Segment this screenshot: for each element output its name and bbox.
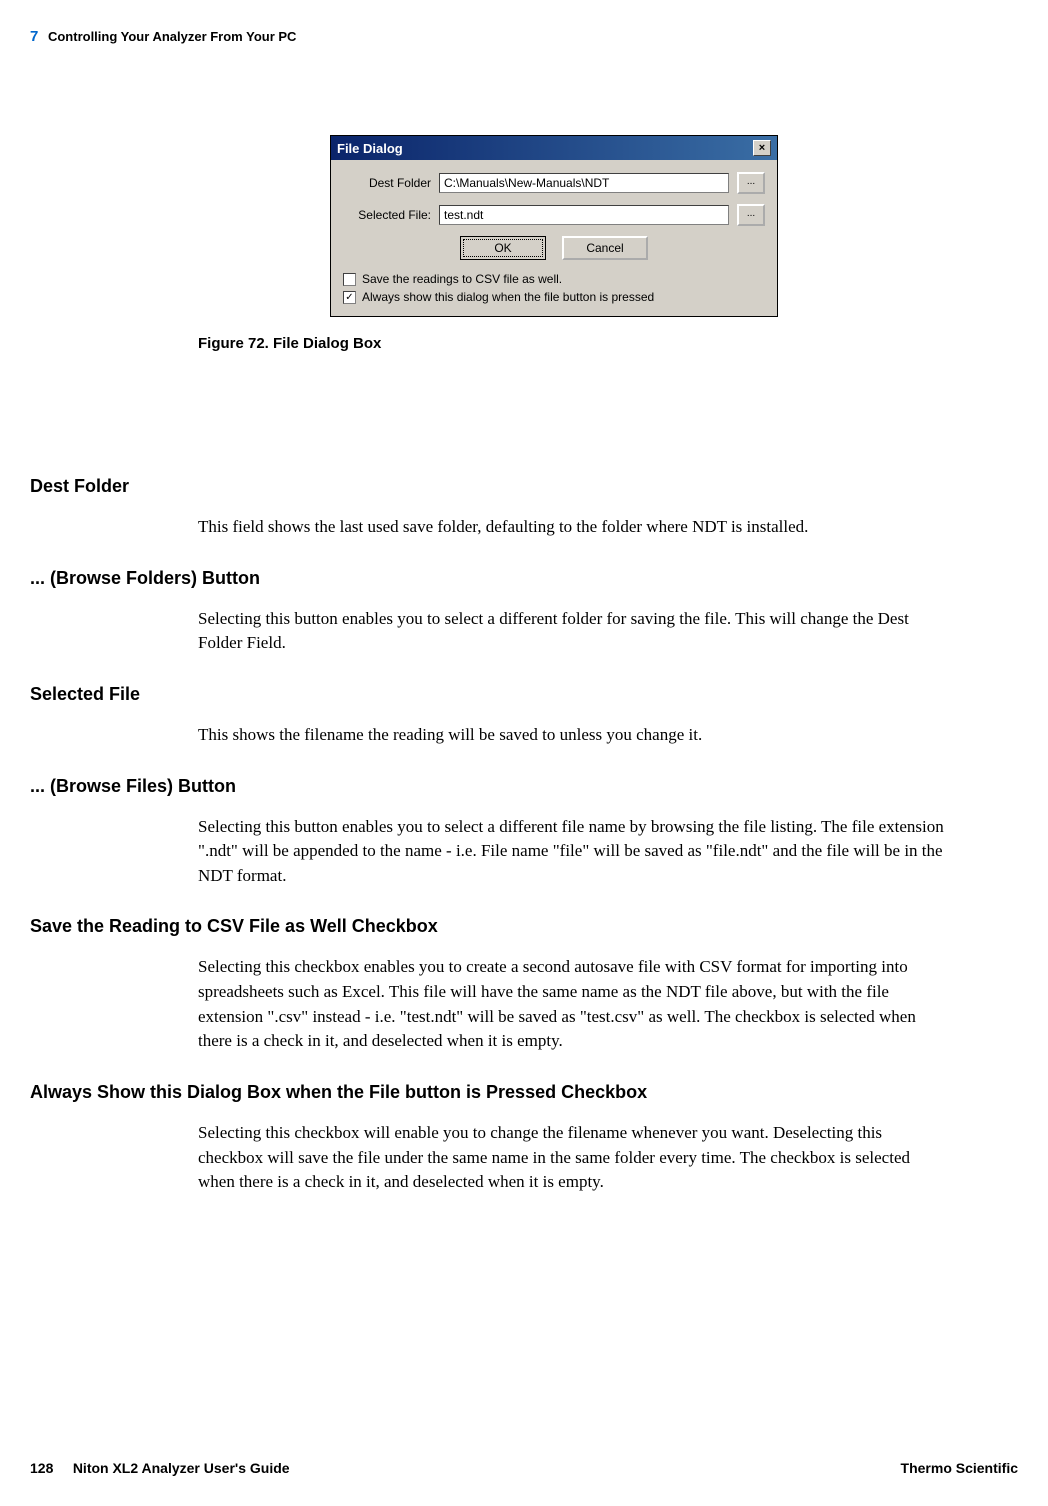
heading-csv-checkbox: Save the Reading to CSV File as Well Che… [30, 916, 1018, 937]
page-footer: 128 Niton XL2 Analyzer User's Guide Ther… [30, 1460, 1018, 1476]
dest-folder-input[interactable]: C:\Manuals\New-Manuals\NDT [439, 173, 729, 193]
always-show-checkbox[interactable]: ✓ [343, 291, 356, 304]
cancel-button[interactable]: Cancel [562, 236, 648, 260]
body-browse-folders: Selecting this button enables you to sel… [198, 607, 948, 656]
file-dialog: File Dialog × Dest Folder C:\Manuals\New… [330, 135, 778, 317]
body-always-checkbox: Selecting this checkbox will enable you … [198, 1121, 948, 1195]
close-icon[interactable]: × [753, 140, 771, 156]
page-header: 7 Controlling Your Analyzer From Your PC [30, 28, 296, 45]
body-selected-file: This shows the filename the reading will… [198, 723, 948, 748]
csv-checkbox-label: Save the readings to CSV file as well. [362, 272, 562, 286]
dialog-title-bar: File Dialog × [331, 136, 777, 160]
body-browse-files: Selecting this button enables you to sel… [198, 815, 948, 889]
figure-area: File Dialog × Dest Folder C:\Manuals\New… [330, 135, 778, 352]
csv-checkbox-row: Save the readings to CSV file as well. [343, 272, 765, 286]
page-number: 128 [30, 1460, 53, 1476]
guide-title: Niton XL2 Analyzer User's Guide [73, 1460, 290, 1476]
footer-left: 128 Niton XL2 Analyzer User's Guide [30, 1460, 290, 1476]
browse-files-button[interactable]: ... [737, 204, 765, 226]
heading-dest-folder: Dest Folder [30, 476, 1018, 497]
heading-selected-file: Selected File [30, 684, 1018, 705]
body-dest-folder: This field shows the last used save fold… [198, 515, 948, 540]
heading-browse-files: ... (Browse Files) Button [30, 776, 1018, 797]
dest-folder-row: Dest Folder C:\Manuals\New-Manuals\NDT .… [343, 172, 765, 194]
selected-file-row: Selected File: test.ndt ... [343, 204, 765, 226]
dialog-button-row: OK Cancel [343, 236, 765, 260]
dialog-content: Dest Folder C:\Manuals\New-Manuals\NDT .… [331, 160, 777, 316]
heading-always-checkbox: Always Show this Dialog Box when the Fil… [30, 1082, 1018, 1103]
selected-file-label: Selected File: [343, 208, 431, 222]
selected-file-input[interactable]: test.ndt [439, 205, 729, 225]
body-csv-checkbox: Selecting this checkbox enables you to c… [198, 955, 948, 1054]
chapter-number: 7 [30, 28, 38, 45]
chapter-title: Controlling Your Analyzer From Your PC [48, 29, 296, 44]
heading-browse-folders: ... (Browse Folders) Button [30, 568, 1018, 589]
dest-folder-label: Dest Folder [343, 176, 431, 190]
footer-company: Thermo Scientific [901, 1460, 1018, 1476]
always-checkbox-label: Always show this dialog when the file bu… [362, 290, 654, 304]
ok-button[interactable]: OK [460, 236, 546, 260]
csv-checkbox[interactable] [343, 273, 356, 286]
figure-caption: Figure 72. File Dialog Box [198, 335, 778, 352]
browse-folders-button[interactable]: ... [737, 172, 765, 194]
content-area: Dest Folder This field shows the last us… [0, 448, 1048, 1195]
always-checkbox-row: ✓ Always show this dialog when the file … [343, 290, 765, 304]
dialog-title: File Dialog [337, 141, 403, 156]
